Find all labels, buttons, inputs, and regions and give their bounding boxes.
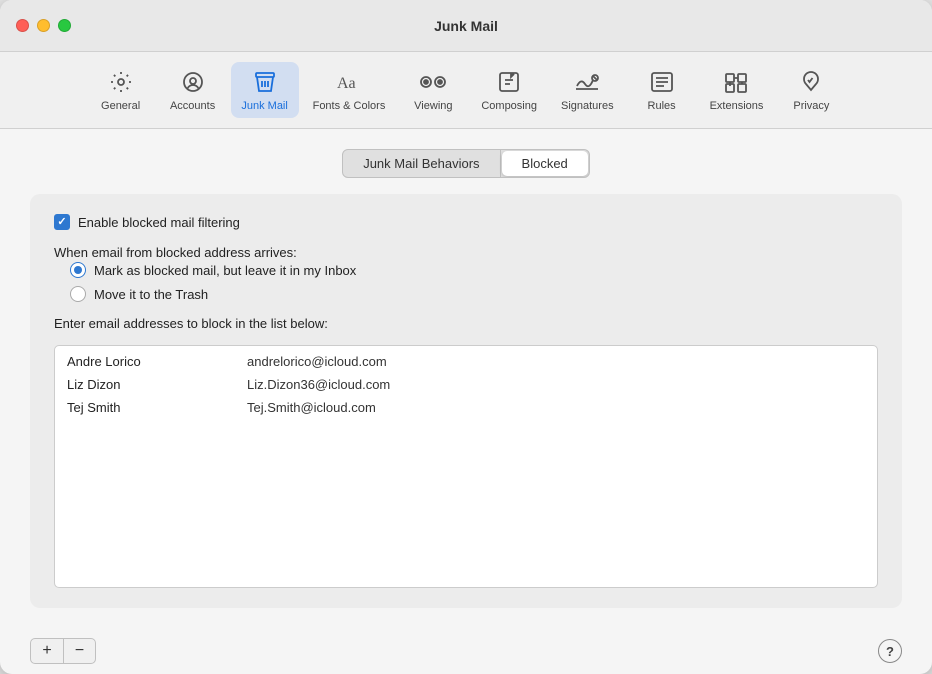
radio-group: Mark as blocked mail, but leave it in my…	[54, 262, 878, 302]
privacy-label: Privacy	[793, 100, 829, 112]
toolbar-item-viewing[interactable]: Viewing	[399, 62, 467, 118]
bottom-bar: + − ?	[0, 628, 932, 674]
email-name-2: Tej Smith	[67, 400, 187, 415]
minimize-button[interactable]	[37, 19, 50, 32]
segment-blocked[interactable]: Blocked	[502, 151, 588, 176]
title-bar: Junk Mail	[0, 0, 932, 52]
toolbar-item-privacy[interactable]: Privacy	[777, 62, 845, 118]
composing-label: Composing	[481, 100, 537, 112]
when-email-section: When email from blocked address arrives:…	[54, 244, 878, 302]
app-window: Junk Mail General Accounts	[0, 0, 932, 674]
segment-junk-mail-behaviors[interactable]: Junk Mail Behaviors	[343, 150, 499, 177]
email-address-2: Tej.Smith@icloud.com	[247, 400, 376, 415]
fonts-colors-icon: Aa	[335, 68, 363, 96]
radio-move-trash[interactable]	[70, 286, 86, 302]
extensions-label: Extensions	[710, 100, 764, 112]
general-label: General	[101, 100, 140, 112]
email-list[interactable]: Andre Lorico andrelorico@icloud.com Liz …	[54, 345, 878, 588]
radio-move-label: Move it to the Trash	[94, 287, 208, 302]
radio-row-mark: Mark as blocked mail, but leave it in my…	[70, 262, 878, 278]
email-address-1: Liz.Dizon36@icloud.com	[247, 377, 390, 392]
window-title: Junk Mail	[434, 18, 498, 34]
close-button[interactable]	[16, 19, 29, 32]
enable-checkbox[interactable]	[54, 214, 70, 230]
signatures-icon	[573, 68, 601, 96]
email-list-item[interactable]: Andre Lorico andrelorico@icloud.com	[55, 350, 877, 373]
when-email-label: When email from blocked address arrives:	[54, 245, 297, 260]
toolbar-item-rules[interactable]: Rules	[628, 62, 696, 118]
junk-mail-icon	[251, 68, 279, 96]
toolbar-item-junk-mail[interactable]: Junk Mail	[231, 62, 299, 118]
add-button[interactable]: +	[31, 639, 63, 663]
radio-row-move: Move it to the Trash	[70, 286, 878, 302]
email-name-0: Andre Lorico	[67, 354, 187, 369]
enable-checkbox-row: Enable blocked mail filtering	[54, 214, 878, 230]
segmented-control: Junk Mail Behaviors Blocked	[342, 149, 590, 178]
add-remove-group: + −	[30, 638, 96, 664]
toolbar-item-accounts[interactable]: Accounts	[159, 62, 227, 118]
enter-email-label: Enter email addresses to block in the li…	[54, 316, 878, 331]
help-button[interactable]: ?	[878, 639, 902, 663]
toolbar: General Accounts Junk Mail	[0, 52, 932, 129]
fonts-colors-label: Fonts & Colors	[313, 100, 386, 112]
content-area: Junk Mail Behaviors Blocked Enable block…	[0, 129, 932, 628]
signatures-label: Signatures	[561, 100, 614, 112]
email-list-item[interactable]: Tej Smith Tej.Smith@icloud.com	[55, 396, 877, 419]
toolbar-item-extensions[interactable]: Extensions	[700, 62, 774, 118]
enable-checkbox-label: Enable blocked mail filtering	[78, 215, 240, 230]
junk-mail-label: Junk Mail	[241, 100, 287, 112]
remove-button[interactable]: −	[63, 639, 95, 663]
segment-divider	[500, 150, 501, 177]
toolbar-item-fonts-colors[interactable]: Aa Fonts & Colors	[303, 62, 396, 118]
settings-panel: Enable blocked mail filtering When email…	[30, 194, 902, 608]
radio-mark-blocked[interactable]	[70, 262, 86, 278]
rules-label: Rules	[648, 100, 676, 112]
email-list-item[interactable]: Liz Dizon Liz.Dizon36@icloud.com	[55, 373, 877, 396]
traffic-lights	[16, 19, 71, 32]
accounts-icon	[179, 68, 207, 96]
extensions-icon	[722, 68, 750, 96]
viewing-label: Viewing	[414, 100, 452, 112]
rules-icon	[648, 68, 676, 96]
composing-icon	[495, 68, 523, 96]
radio-mark-label: Mark as blocked mail, but leave it in my…	[94, 263, 356, 278]
toolbar-item-general[interactable]: General	[87, 62, 155, 118]
email-name-1: Liz Dizon	[67, 377, 187, 392]
svg-text:Aa: Aa	[337, 75, 356, 92]
email-address-0: andrelorico@icloud.com	[247, 354, 387, 369]
privacy-icon	[797, 68, 825, 96]
viewing-icon	[419, 68, 447, 96]
toolbar-item-signatures[interactable]: Signatures	[551, 62, 624, 118]
general-icon	[107, 68, 135, 96]
accounts-label: Accounts	[170, 100, 215, 112]
maximize-button[interactable]	[58, 19, 71, 32]
toolbar-item-composing[interactable]: Composing	[471, 62, 547, 118]
